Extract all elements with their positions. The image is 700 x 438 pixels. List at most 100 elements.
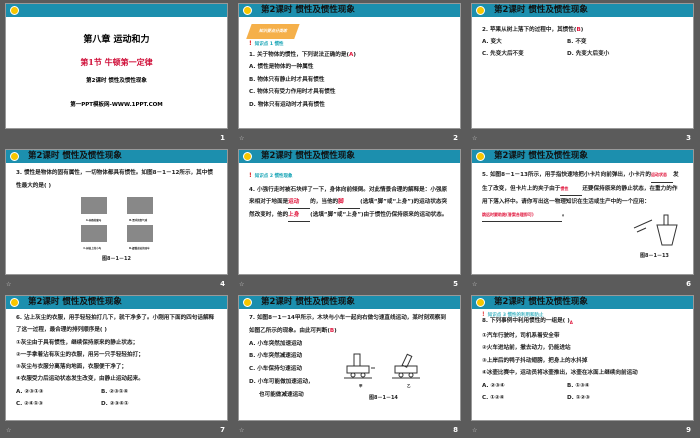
slide-title: 第2课时 惯性及惯性现象 [261,151,355,161]
figure-image [126,225,153,242]
option: D. ②③④① [101,401,129,408]
slide-thumb-7[interactable]: 第2课时 惯性及惯性现象 6. 沾上灰尘的衣服，用手轻轻拍打几下，就干净多了。小… [0,292,233,438]
slide-header: 第2课时 惯性及惯性现象 [6,150,227,163]
option: D. 物体只有运动时才具有惯性 [249,101,325,108]
star-icon: ☆ [472,281,478,288]
sun-icon [243,298,252,307]
answer: A [569,320,573,326]
slide: 第2课时 惯性及惯性现象 知识点 3 惯性的利用和防止 8. 下列事例中利用惯性… [471,295,694,421]
option: 也可能做减速运动 [259,391,304,398]
slide-thumb-4[interactable]: 第2课时 惯性及惯性现象 3. 惯性是物体的固有属性，一切物体都具有惯性。如图8… [0,146,233,292]
slide-number: 4 [220,280,225,288]
slide-thumb-8[interactable]: 第2课时 惯性及惯性现象 7. 如图8－1－14甲所示，木块与小车一起向右做匀速… [233,292,466,438]
slide: 第2课时 惯性及惯性现象 3. 惯性是物体的固有属性，一切物体都具有惯性。如图8… [5,149,228,275]
answer-blank: 跳远时要助跑(答案合理即可) [482,209,562,222]
slide-number: 9 [686,426,691,434]
slide: 第2课时 惯性及惯性现象 知识要点分类练 知识点 1 惯性 1. 关于物体的惯性… [238,3,461,129]
slide: 第2课时 惯性及惯性现象 6. 沾上灰尘的衣服，用手轻轻拍打几下，就干净多了。小… [5,295,228,421]
statement: ②一手拿着沾有灰尘的衣服，用另一只手轻轻拍打； [16,351,144,358]
statement: ④冰壶比赛中，运动员将冰壶推出，冰壶在冰面上继续向前运动 [482,370,638,377]
slide-title: 第2课时 惯性及惯性现象 [494,151,588,161]
statement: ③上岸后的鸭子抖动翅膀，把身上的水抖掉 [482,357,588,364]
question: 2. 苹果从树上落下的过程中，其惯性(B) [482,27,584,33]
slide-header: 第2课时 惯性及惯性现象 [239,296,460,309]
knowledge-point: 知识点 1 惯性 [249,39,450,49]
chapter-title: 第八章 运动和力 [83,35,150,45]
slide: 第八章 运动和力 第1节 牛顿第一定律 第2课时 惯性及惯性现象 第一PPT模板… [5,3,228,129]
option: A. ②③①③ [16,388,44,395]
option: C. ②④①③ [16,401,44,408]
slide-number: 5 [453,280,458,288]
slide-thumb-6[interactable]: 第2课时 惯性及惯性现象 5. 如图8－1－13所示，用手指快速地把小卡片向前弹… [466,146,699,292]
sun-icon [10,152,19,161]
figure-caption: A.奔跑的骏马 [85,219,102,222]
figure-label: 图8－1－14 [369,395,398,401]
statement: ①汽车行驶时，司机系着安全带 [482,332,560,339]
slide: 第2课时 惯性及惯性现象 5. 如图8－1－13所示，用手指快速地把小卡片向前弹… [471,149,694,275]
sun-icon [10,298,19,307]
slide-header: 第2课时 惯性及惯性现象 [6,296,227,309]
option: D. ①②③ [567,395,590,402]
slide-number: 3 [686,134,691,142]
option: B. ②③①④ [101,388,129,395]
slide-title: 第2课时 惯性及惯性现象 [28,297,122,307]
slide-number: 7 [220,426,225,434]
slide-title: 第2课时 惯性及惯性现象 [261,5,355,15]
sun-icon [476,298,485,307]
slide-thumb-1[interactable]: 第八章 运动和力 第1节 牛顿第一定律 第2课时 惯性及惯性现象 第一PPT模板… [0,0,233,146]
statement: ③灰尘与衣服分离落向地面，衣服便干净了； [16,364,128,371]
star-icon: ☆ [6,281,12,288]
slide-header: 第2课时 惯性及惯性现象 [472,296,693,309]
slide-header: 第2课时 惯性及惯性现象 [472,150,693,163]
sun-icon [10,6,19,15]
slide-thumb-3[interactable]: 第2课时 惯性及惯性现象 2. 苹果从树上落下的过程中，其惯性(B) A. 变大… [466,0,699,146]
statement: ①灰尘由于具有惯性，继续保持原来的静止状态； [16,339,139,346]
slide-thumb-9[interactable]: 第2课时 惯性及惯性现象 知识点 3 惯性的利用和防止 8. 下列事例中利用惯性… [466,292,699,438]
star-icon: ☆ [472,135,478,142]
figure-caption: D.缓慢进站的动车 [129,247,150,250]
star-icon: ☆ [239,281,245,288]
figure-label: 图8－1－12 [102,256,131,262]
slide: 第2课时 惯性及惯性现象 7. 如图8－1－14甲所示，木块与小车一起向右做匀速… [238,295,461,421]
knowledge-point: 知识点 2 惯性现象 [249,171,450,181]
slide-header: 第2课时 惯性及惯性现象 [472,4,693,17]
knowledge-point: 知识点 3 惯性的利用和防止 [482,310,544,320]
slide-thumb-2[interactable]: 第2课时 惯性及惯性现象 知识要点分类练 知识点 1 惯性 1. 关于物体的惯性… [233,0,466,146]
slide-number: 1 [220,134,225,142]
option: A. ②③④ [482,382,505,389]
sun-icon [476,6,485,15]
slide-title: 第2课时 惯性及惯性现象 [261,297,355,307]
statement: ②火车进站前，撤去动力，仍能进站 [482,345,571,352]
answer-blank: 运动状态 [650,169,673,183]
figure-sublabel: 甲 [359,384,363,388]
sun-icon [476,152,485,161]
slide-thumb-5[interactable]: 第2课时 惯性及惯性现象 知识点 2 惯性现象 4. 小强行走时被石块绊了一下，… [233,146,466,292]
lesson-title: 第2课时 惯性及惯性现象 [86,78,147,84]
option: A. 惯性是物体的一种属性 [249,64,314,70]
option: B. 物体只有静止时才具有惯性 [249,76,325,83]
section-banner: 知识要点分类练 [246,24,300,39]
section-title: 第1节 牛顿第一定律 [80,57,153,67]
slide-title: 第2课时 惯性及惯性现象 [494,5,588,15]
slide-title: 第2课时 惯性及惯性现象 [28,151,122,161]
answer-blank: 惯性 [560,183,583,196]
sun-icon [243,6,252,15]
cart-figure [344,353,420,379]
answer-blank: 上身 [288,209,311,222]
figure-label: 图8－1－13 [640,253,669,259]
option: A. 小车突然加速运动 [249,340,303,347]
slide: 第2课时 惯性及惯性现象 2. 苹果从树上落下的过程中，其惯性(B) A. 变大… [471,3,694,129]
figure-caption: B.漂浮的氢气球 [129,219,148,222]
question: 6. 沾上灰尘的衣服，用手轻轻拍打几下，就干净多了。小刚用下面的四句话解释了这一… [16,315,215,334]
slide: 第2课时 惯性及惯性现象 知识点 2 惯性现象 4. 小强行走时被石块绊了一下，… [238,149,461,275]
figure-image [80,225,107,242]
question: 1. 关于物体的惯性，下列说法正确的是(A) [249,51,356,58]
option: B. ①③④ [567,382,590,389]
star-icon: ☆ [6,427,12,434]
slide-header [6,4,227,17]
slide-header: 第2课时 惯性及惯性现象 [239,4,460,17]
option: A. 变大 [482,39,502,45]
slide-number: 2 [453,134,458,142]
question: 7. 如图8－1－14甲所示，木块与小车一起向右做匀速直线运动，某时刻观察到如图… [249,315,446,334]
slide-header: 第2课时 惯性及惯性现象 [239,150,460,163]
